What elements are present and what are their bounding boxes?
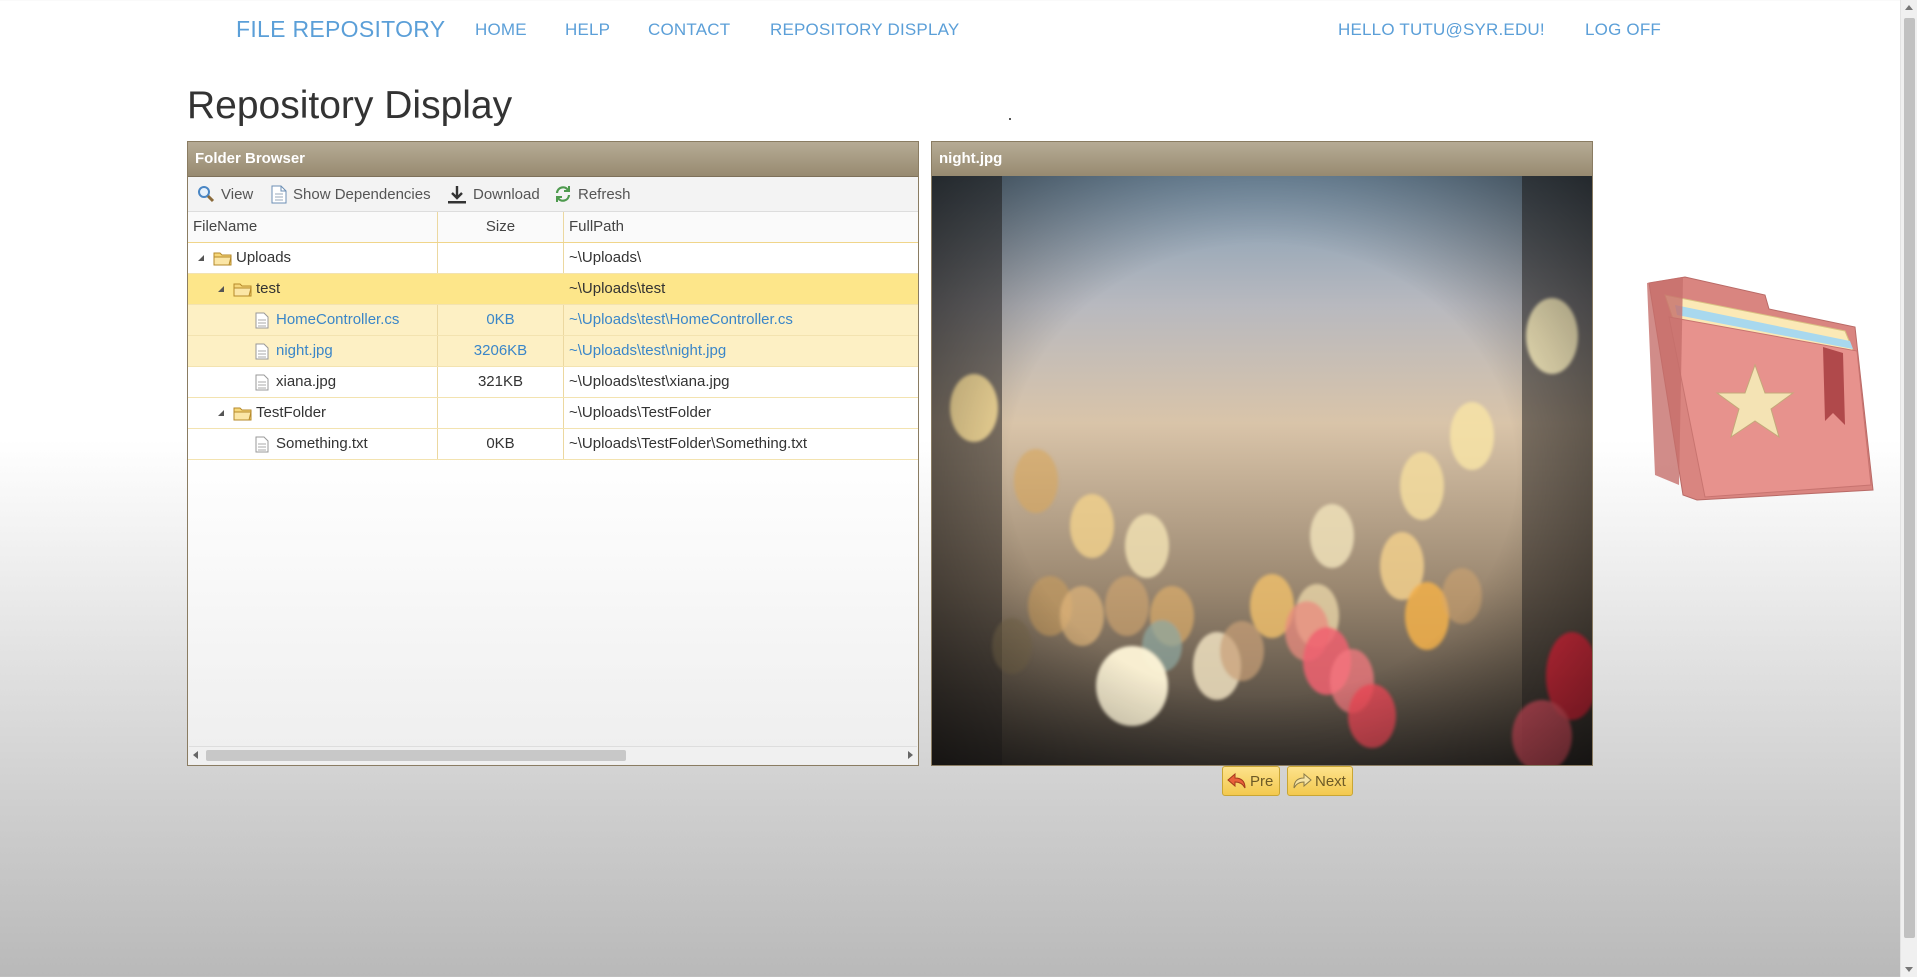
log-off-link[interactable]: LOG OFF: [1585, 20, 1661, 40]
favorites-folder-icon: [1647, 276, 1874, 501]
file-name: test: [256, 280, 281, 297]
scrollbar-thumb[interactable]: [206, 750, 626, 761]
arrow-back-icon: [1227, 772, 1246, 789]
file-size: 0KB: [486, 311, 515, 328]
column-header-filename[interactable]: FileName: [193, 212, 257, 242]
preview-image: [932, 176, 1592, 765]
folder-browser-toolbar: View Show Dependencies Download Refresh: [188, 177, 918, 212]
column-header-fullpath[interactable]: FullPath: [569, 212, 624, 242]
previous-label: Pre: [1250, 772, 1274, 790]
file-tree-grid: Uploads ~\Uploads\ test ~\Uploads\test H…: [188, 243, 918, 460]
scroll-up-arrow-icon[interactable]: [1905, 5, 1913, 10]
brand-link[interactable]: FILE REPOSITORY: [236, 16, 445, 43]
file-name: Something.txt: [276, 435, 368, 452]
table-row[interactable]: xiana.jpg 321KB ~\Uploads\test\xiana.jpg: [188, 367, 918, 398]
image-preview-panel: night.jpg: [931, 141, 1593, 766]
file-path: ~\Uploads\test\night.jpg: [569, 342, 727, 359]
file-name: xiana.jpg: [276, 373, 337, 390]
download-icon: [448, 186, 466, 204]
file-name: night.jpg: [276, 342, 333, 359]
file-size: [438, 274, 563, 304]
scroll-right-arrow-icon[interactable]: [908, 751, 913, 759]
file-size: 0KB: [486, 435, 515, 452]
top-navbar: FILE REPOSITORY HOME HELP CONTACT REPOSI…: [0, 0, 1900, 62]
download-label: Download: [473, 186, 540, 203]
file-size: [438, 243, 563, 273]
next-button[interactable]: Next: [1287, 766, 1353, 796]
refresh-button[interactable]: Refresh: [554, 185, 631, 203]
folder-browser-title: Folder Browser: [188, 142, 918, 177]
horizontal-scrollbar[interactable]: [189, 746, 917, 764]
file-name: TestFolder: [256, 404, 327, 421]
user-greeting-link[interactable]: HELLO TUTU@SYR.EDU!: [1338, 20, 1545, 40]
table-row[interactable]: Uploads ~\Uploads\: [188, 243, 918, 274]
folder-open-icon: [233, 283, 252, 297]
scroll-left-arrow-icon[interactable]: [193, 751, 198, 759]
show-dependencies-button[interactable]: Show Dependencies: [271, 185, 431, 204]
page-vertical-scrollbar[interactable]: [1900, 0, 1917, 977]
nav-home-link[interactable]: HOME: [475, 20, 527, 40]
previous-button[interactable]: Pre: [1222, 766, 1281, 796]
download-button[interactable]: Download: [447, 185, 540, 204]
file-path: ~\Uploads\test: [569, 280, 666, 297]
collapse-arrow-icon[interactable]: [218, 286, 224, 292]
file-path: ~\Uploads\test\HomeController.cs: [569, 311, 793, 328]
table-row[interactable]: TestFolder ~\Uploads\TestFolder: [188, 398, 918, 429]
file-path: ~\Uploads\test\xiana.jpg: [569, 373, 730, 390]
collapse-arrow-icon[interactable]: [198, 255, 204, 261]
stray-dot: [1009, 118, 1011, 120]
file-name: HomeController.cs: [276, 311, 400, 328]
nav-repository-display-link[interactable]: REPOSITORY DISPLAY: [770, 20, 959, 40]
file-icon: [255, 374, 269, 391]
file-name: Uploads: [236, 249, 292, 266]
file-icon: [255, 312, 269, 329]
file-icon: [255, 436, 269, 453]
nav-help-link[interactable]: HELP: [565, 20, 610, 40]
show-dependencies-label: Show Dependencies: [293, 186, 431, 203]
bokeh-night-image: [932, 176, 1592, 765]
file-path: ~\Uploads\: [569, 249, 642, 266]
scroll-down-arrow-icon[interactable]: [1905, 967, 1913, 972]
document-icon: [271, 185, 287, 204]
file-path: ~\Uploads\TestFolder: [569, 404, 712, 421]
file-size: 321KB: [477, 373, 524, 390]
table-row[interactable]: test ~\Uploads\test: [188, 274, 918, 305]
preview-title: night.jpg: [932, 142, 1592, 177]
table-row[interactable]: night.jpg 3206KB ~\Uploads\test\night.jp…: [188, 336, 918, 367]
view-label: View: [221, 185, 254, 203]
folder-browser-panel: Folder Browser View Show Dependencies Do…: [187, 141, 919, 766]
magnifier-icon: [198, 186, 215, 203]
view-button[interactable]: View: [197, 185, 253, 203]
folder-open-icon: [213, 252, 232, 266]
refresh-label: Refresh: [578, 185, 631, 203]
arrow-forward-icon: [1293, 772, 1312, 789]
collapse-arrow-icon[interactable]: [218, 410, 224, 416]
page-title: Repository Display: [187, 84, 513, 127]
nav-contact-link[interactable]: CONTACT: [648, 20, 730, 40]
file-icon: [255, 343, 269, 360]
folder-open-icon: [233, 407, 252, 421]
column-header-size[interactable]: Size: [438, 212, 563, 242]
table-row[interactable]: HomeController.cs 0KB ~\Uploads\test\Hom…: [188, 305, 918, 336]
file-size: [438, 398, 563, 428]
table-row[interactable]: Something.txt 0KB ~\Uploads\TestFolder\S…: [188, 429, 918, 460]
file-size: 3206KB: [473, 342, 528, 359]
refresh-icon: [555, 186, 571, 202]
next-label: Next: [1315, 772, 1346, 790]
scrollbar-thumb[interactable]: [1904, 18, 1915, 938]
grid-header: FileName Size FullPath: [188, 212, 918, 243]
file-path: ~\Uploads\TestFolder\Something.txt: [569, 435, 808, 452]
